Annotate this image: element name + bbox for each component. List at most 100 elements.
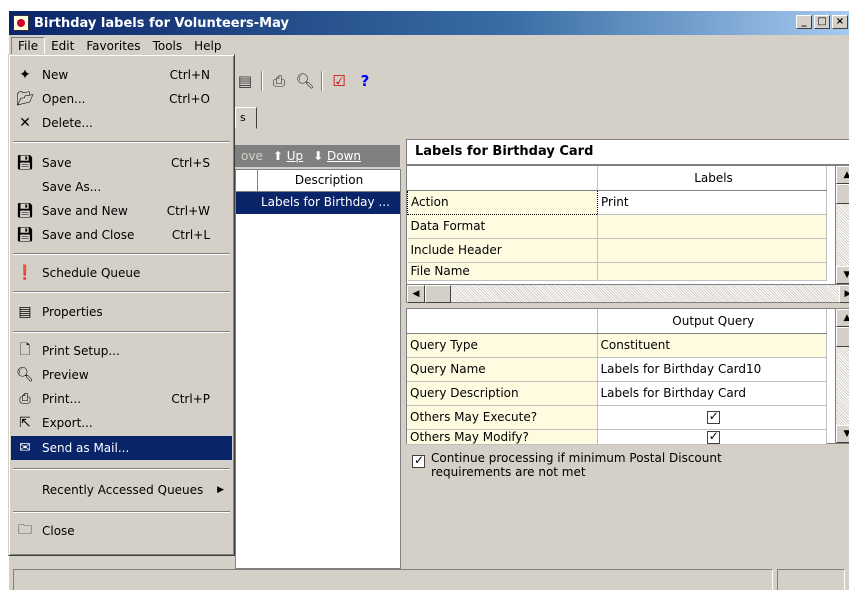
- checklist-tool-icon[interactable]: ☑: [329, 71, 349, 91]
- preview-tool-icon[interactable]: 🔍︎: [295, 71, 315, 91]
- postal-discount-option[interactable]: Continue processing if minimum Postal Di…: [412, 451, 792, 479]
- scroll-thumb[interactable]: [836, 327, 849, 347]
- list-cell-description[interactable]: Labels for Birthday ...: [258, 192, 400, 214]
- menu-item-recently-accessed-queues[interactable]: · Recently Accessed Queues ▶: [11, 478, 232, 502]
- table-row[interactable]: Query Description Labels for Birthday Ca…: [407, 381, 827, 406]
- status-pane-right: [777, 569, 845, 590]
- scroll-down-icon[interactable]: ▼: [836, 425, 849, 443]
- menu-separator: [13, 141, 230, 143]
- menu-item-properties[interactable]: ▤ Properties: [11, 300, 232, 324]
- menu-item-delete[interactable]: ✕ Delete...: [11, 111, 232, 135]
- print-setup-icon: 🗋︎: [19, 342, 31, 358]
- move-button[interactable]: ove: [241, 149, 263, 163]
- table-row[interactable]: Data Format: [407, 214, 827, 239]
- menu-favorites[interactable]: Favorites: [80, 38, 146, 54]
- menu-item-schedule-queue[interactable]: ❗ Schedule Queue: [11, 261, 232, 285]
- menu-edit[interactable]: Edit: [45, 38, 80, 54]
- menu-item-save-and-close[interactable]: 💾︎ Save and Close Ctrl+L: [11, 223, 232, 247]
- grid-key: Others May Execute?: [407, 405, 598, 430]
- up-button[interactable]: ⬆ Up: [273, 149, 303, 163]
- grid-value[interactable]: [597, 429, 827, 445]
- scroll-up-icon[interactable]: ▲: [836, 309, 849, 327]
- menu-separator: [13, 511, 230, 513]
- properties-tool-icon[interactable]: ▤: [235, 71, 255, 91]
- save-icon: 💾︎: [16, 155, 34, 171]
- labels-grid: Labels Action Print Data Format Include …: [406, 165, 849, 303]
- row-selector[interactable]: [236, 192, 258, 214]
- grid-value[interactable]: [597, 405, 827, 430]
- menu-item-save[interactable]: 💾︎ Save Ctrl+S: [11, 151, 232, 175]
- scroll-down-icon[interactable]: ▼: [836, 266, 849, 284]
- menu-item-export[interactable]: ⇱ Export...: [11, 411, 232, 435]
- grid-key: Query Type: [407, 333, 598, 358]
- grid-corner: [407, 309, 598, 334]
- menu-item-open[interactable]: 📂︎ Open... Ctrl+O: [11, 87, 232, 111]
- scroll-up-icon[interactable]: ▲: [836, 166, 849, 184]
- grid-key: Data Format: [407, 214, 598, 239]
- grid-value[interactable]: [597, 262, 827, 281]
- toolbar-separator: [321, 71, 323, 91]
- grid-key: Query Name: [407, 357, 598, 382]
- down-button[interactable]: ⬇ Down: [313, 149, 361, 163]
- close-button[interactable]: ×: [832, 15, 848, 29]
- tab-fragment[interactable]: s: [235, 107, 257, 129]
- scroll-right-icon[interactable]: ▶: [839, 285, 849, 303]
- menu-item-save-and-new[interactable]: 💾︎ Save and New Ctrl+W: [11, 199, 232, 223]
- up-arrow-icon: ⬆: [272, 149, 283, 163]
- delete-icon: ✕: [19, 115, 31, 131]
- menu-file[interactable]: File: [11, 37, 46, 55]
- table-row[interactable]: Query Type Constituent: [407, 333, 827, 358]
- modify-checkbox[interactable]: [706, 429, 720, 443]
- menu-separator: [13, 468, 230, 470]
- grid-value[interactable]: Labels for Birthday Card10: [597, 357, 827, 382]
- grid-key: Others May Modify?: [407, 429, 598, 445]
- grid-value[interactable]: [597, 214, 827, 239]
- menu-item-close[interactable]: 🗀︎ Close: [11, 519, 232, 543]
- print-icon: ⎙: [19, 391, 31, 407]
- grid-value[interactable]: Print: [597, 190, 827, 215]
- grid-value[interactable]: Constituent: [597, 333, 827, 358]
- labels-hscroll[interactable]: ◀ ▶: [407, 284, 849, 303]
- table-row[interactable]: Query Name Labels for Birthday Card10: [407, 357, 827, 382]
- table-row[interactable]: Others May Modify?: [407, 429, 827, 445]
- grid-value[interactable]: [597, 238, 827, 263]
- menu-help[interactable]: Help: [188, 38, 227, 54]
- print-tool-icon[interactable]: ⎙: [269, 71, 289, 91]
- menu-item-preview[interactable]: 🔍︎ Preview: [11, 363, 232, 387]
- labels-vscroll[interactable]: ▲ ▼: [835, 166, 849, 284]
- menu-tools[interactable]: Tools: [147, 38, 189, 54]
- minimize-button[interactable]: _: [796, 15, 812, 29]
- scroll-thumb[interactable]: [425, 285, 451, 303]
- status-bar: [9, 567, 849, 590]
- menu-item-print[interactable]: ⎙ Print... Ctrl+P: [11, 387, 232, 411]
- table-row[interactable]: Include Header: [407, 238, 827, 263]
- new-icon: ✦: [19, 67, 31, 83]
- table-row[interactable]: File Name: [407, 262, 827, 281]
- toolbar-separator: [261, 71, 263, 91]
- save-close-icon: 💾︎: [16, 227, 34, 243]
- output-vscroll[interactable]: ▲ ▼: [835, 309, 849, 443]
- menu-item-print-setup[interactable]: 🗋︎ Print Setup...: [11, 339, 232, 363]
- scroll-thumb[interactable]: [836, 184, 849, 204]
- table-row[interactable]: Action Print: [407, 189, 827, 215]
- menu-separator: [13, 253, 230, 255]
- postal-discount-label: Continue processing if minimum Postal Di…: [431, 451, 722, 479]
- app-icon[interactable]: [13, 15, 29, 31]
- column-header-description[interactable]: Description: [258, 170, 400, 192]
- execute-checkbox[interactable]: [706, 409, 720, 424]
- help-tool-icon[interactable]: ?: [355, 71, 375, 91]
- menu-item-send-as-mail[interactable]: ✉ Send as Mail...: [11, 436, 232, 460]
- submenu-arrow-icon: ▶: [217, 485, 224, 495]
- menu-item-save-as[interactable]: · Save As...: [11, 175, 232, 199]
- row-header-corner: [236, 170, 258, 192]
- list-row[interactable]: Labels for Birthday ...: [236, 192, 400, 214]
- scroll-left-icon[interactable]: ◀: [407, 285, 425, 303]
- table-row[interactable]: Others May Execute?: [407, 405, 827, 430]
- queue-list: Description Labels for Birthday ...: [235, 169, 401, 569]
- menu-item-new[interactable]: ✦ New Ctrl+N: [11, 63, 232, 87]
- main-toolbar: ▤ ⎙ 🔍︎ ☑ ?: [235, 67, 375, 95]
- postal-discount-checkbox[interactable]: [412, 453, 425, 468]
- title-bar[interactable]: Birthday labels for Volunteers-May _ □ ×: [9, 11, 849, 35]
- grid-value[interactable]: Labels for Birthday Card: [597, 381, 827, 406]
- maximize-button[interactable]: □: [814, 15, 830, 29]
